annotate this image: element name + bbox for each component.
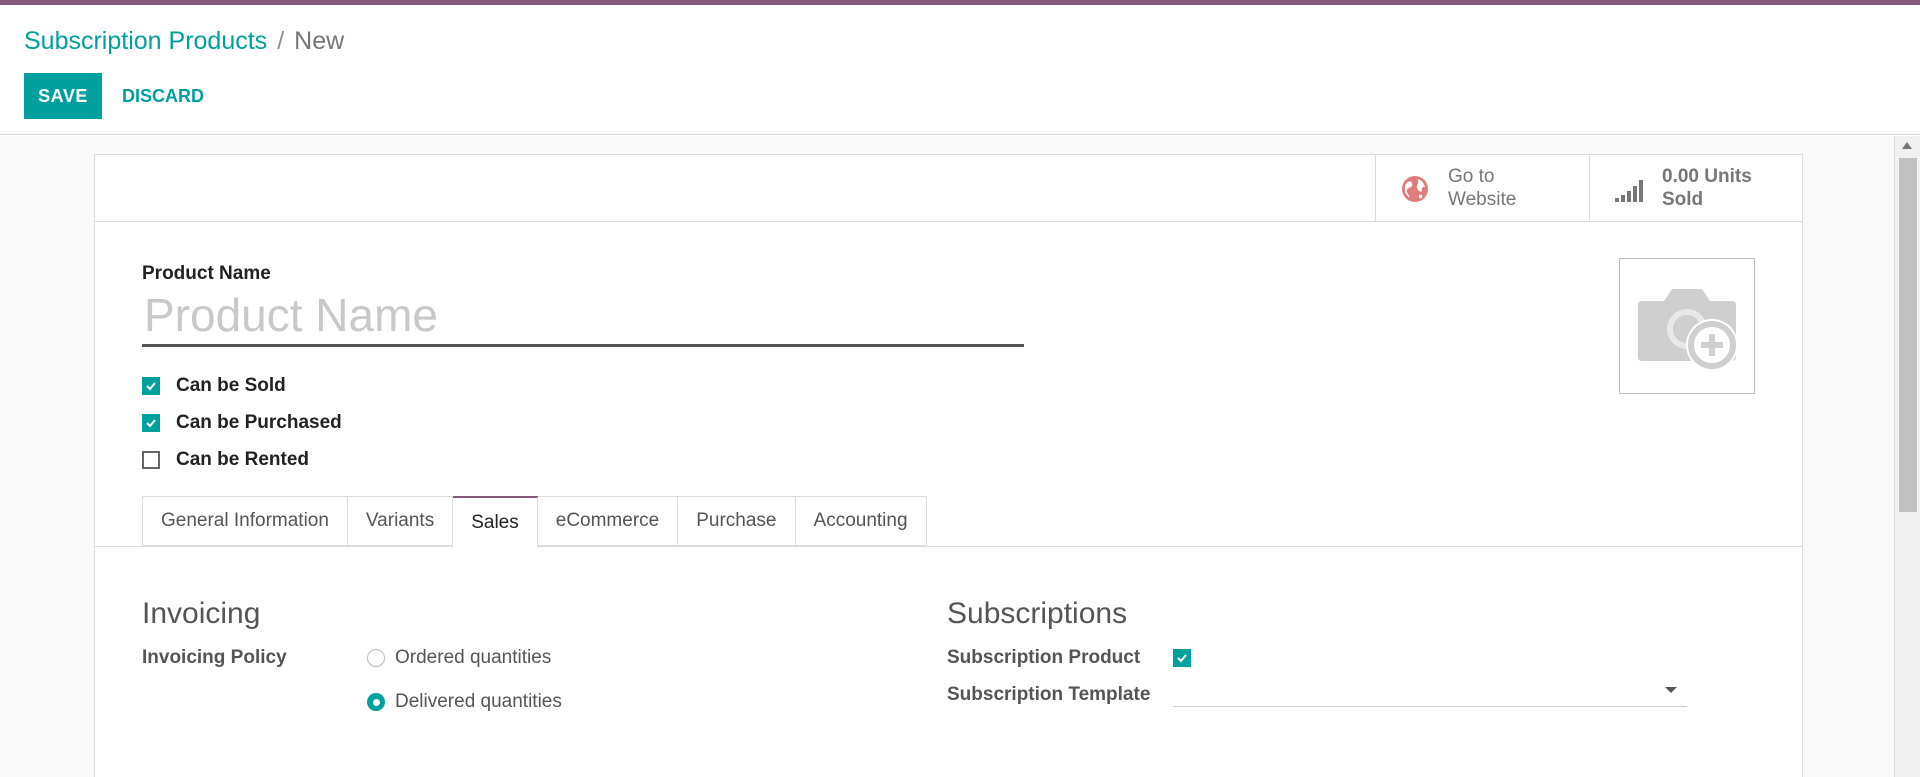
delivered-quantities-option[interactable]: Delivered quantities <box>367 691 562 713</box>
delivered-quantities-label: Delivered quantities <box>395 691 562 712</box>
subscription-product-checkbox[interactable] <box>1173 649 1191 667</box>
can-be-sold-checkbox[interactable] <box>142 377 160 395</box>
go-to-website-button[interactable]: Go to Website <box>1375 155 1589 221</box>
can-be-rented-row[interactable]: Can be Rented <box>142 449 309 471</box>
tab-purchase[interactable]: Purchase <box>678 496 796 546</box>
can-be-rented-checkbox[interactable] <box>142 451 160 469</box>
control-panel: Subscription Products / New SAVE DISCARD <box>0 5 1920 135</box>
can-be-purchased-label: Can be Purchased <box>176 412 342 433</box>
breadcrumb-separator: / <box>277 27 285 55</box>
ordered-quantities-radio[interactable] <box>367 649 385 667</box>
smart-button-box: Go to Website 0.00 Units Sold <box>95 155 1802 222</box>
form-sheet: Go to Website 0.00 Units Sold Product Na… <box>94 154 1803 777</box>
can-be-purchased-row[interactable]: Can be Purchased <box>142 412 342 434</box>
tab-ecommerce[interactable]: eCommerce <box>537 496 679 546</box>
can-be-rented-label: Can be Rented <box>176 449 310 470</box>
scroll-up-arrow-icon[interactable] <box>1902 142 1912 149</box>
camera-add-icon <box>1638 289 1738 371</box>
units-sold-label: 0.00 Units Sold <box>1662 165 1752 211</box>
subscription-template-label: Subscription Template <box>947 684 1151 705</box>
units-sold-line2: Sold <box>1662 189 1704 210</box>
tab-sales[interactable]: Sales <box>453 496 538 548</box>
can-be-sold-row[interactable]: Can be Sold <box>142 375 286 397</box>
can-be-sold-label: Can be Sold <box>176 375 286 396</box>
tab-accounting[interactable]: Accounting <box>795 496 927 546</box>
save-button[interactable]: SAVE <box>24 73 102 119</box>
go-to-website-line2: Website <box>1448 189 1517 210</box>
checkmark-icon <box>146 382 156 391</box>
bar-chart-icon <box>1615 180 1643 202</box>
product-name-input[interactable] <box>142 285 1024 347</box>
notebook-tabs: General Information Variants Sales eComm… <box>142 496 927 548</box>
invoicing-policy-label: Invoicing Policy <box>142 647 287 668</box>
ordered-quantities-option[interactable]: Ordered quantities <box>367 647 551 669</box>
subscription-template-select[interactable] <box>1173 673 1687 707</box>
product-image-upload[interactable] <box>1619 258 1755 394</box>
ordered-quantities-label: Ordered quantities <box>395 647 552 668</box>
delivered-quantities-radio[interactable] <box>367 693 385 711</box>
tab-general-information[interactable]: General Information <box>142 496 348 546</box>
product-name-label: Product Name <box>142 263 271 284</box>
breadcrumb-parent-link[interactable]: Subscription Products <box>24 27 267 55</box>
tab-variants[interactable]: Variants <box>347 496 454 546</box>
subscriptions-section-title: Subscriptions <box>947 597 1128 630</box>
checkmark-icon <box>146 419 156 428</box>
globe-icon <box>1402 176 1428 202</box>
go-to-website-label: Go to Website <box>1448 165 1516 211</box>
invoicing-section-title: Invoicing <box>142 597 261 630</box>
breadcrumb: Subscription Products / New <box>24 27 344 56</box>
checkmark-icon <box>1177 654 1187 663</box>
breadcrumb-current: New <box>294 27 345 55</box>
chevron-down-icon[interactable] <box>1665 687 1677 693</box>
units-sold-button[interactable]: 0.00 Units Sold <box>1589 155 1803 221</box>
scrollbar-thumb[interactable] <box>1899 158 1917 512</box>
units-sold-line1: 0.00 Units <box>1662 166 1752 187</box>
vertical-scrollbar[interactable] <box>1894 136 1920 777</box>
subscription-product-label: Subscription Product <box>947 647 1141 668</box>
can-be-purchased-checkbox[interactable] <box>142 414 160 432</box>
discard-button[interactable]: DISCARD <box>112 73 214 119</box>
go-to-website-line1: Go to <box>1448 166 1495 187</box>
